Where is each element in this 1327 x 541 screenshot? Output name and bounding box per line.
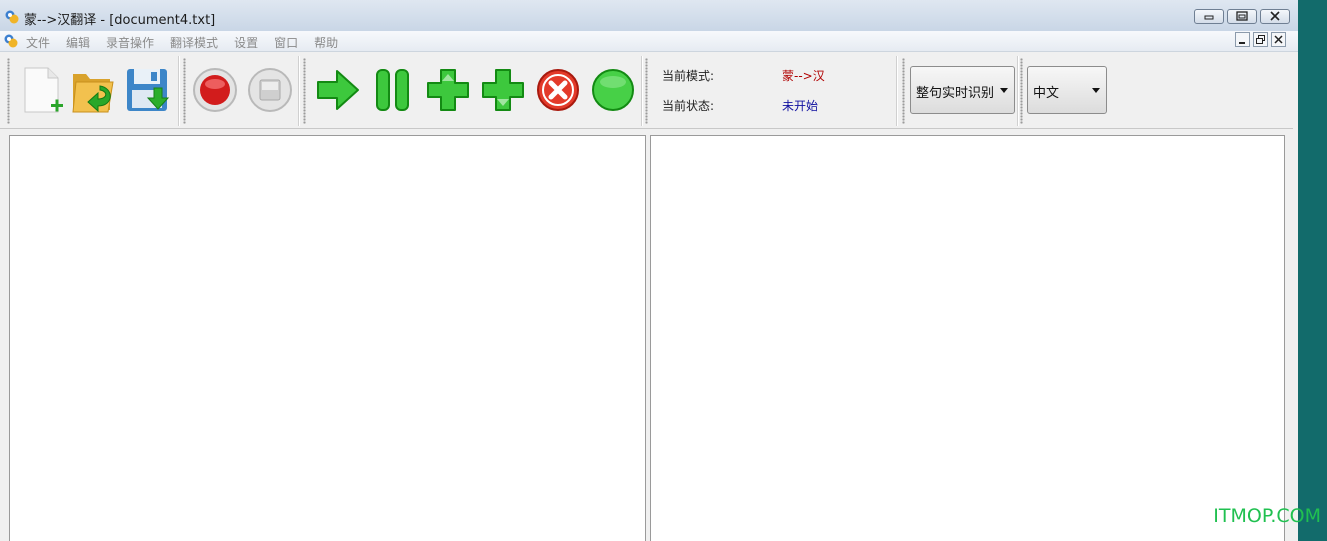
doc-minimize-button[interactable] [1235,32,1250,47]
close-button[interactable] [1260,9,1290,24]
chevron-down-icon [1092,88,1100,93]
window-title: 蒙-->汉翻译 - [document4.txt] [24,13,216,28]
toolbar-grip[interactable] [303,58,306,124]
mode-label: 当前模式: [662,69,715,83]
maximize-button[interactable] [1227,9,1257,24]
menu-window[interactable]: 窗口 [274,34,298,51]
chevron-down-icon [1000,88,1008,93]
confirm-circle-icon[interactable] [590,66,636,114]
toolbar-grip[interactable] [645,58,648,124]
language-dropdown[interactable]: 中文 [1027,66,1107,114]
menu-recording[interactable]: 录音操作 [106,34,154,51]
state-label: 当前状态: [662,99,715,113]
doc-close-button[interactable] [1271,32,1286,47]
mode-value: 蒙-->汉 [782,69,825,83]
maximize-icon [1236,11,1248,21]
minimize-icon [1239,42,1245,44]
new-file-icon[interactable] [20,66,66,114]
app-logo-icon [5,10,19,24]
menu-bar: 文件 编辑 录音操作 翻译模式 设置 窗口 帮助 [0,31,1298,52]
restore-icon [1256,35,1265,44]
toolbar-grip[interactable] [7,58,10,124]
menu-settings[interactable]: 设置 [234,34,258,51]
cancel-icon[interactable] [535,66,581,114]
watermark-text: ITMOP.COM [1213,505,1321,527]
menu-help[interactable]: 帮助 [314,34,338,51]
minimize-button[interactable] [1194,9,1224,24]
pause-icon[interactable] [370,66,416,114]
language-value: 中文 [1033,86,1060,101]
close-icon [1270,11,1280,21]
toolbar-separator [896,56,898,126]
toolbar: 当前模式: 蒙-->汉 当前状态: 未开始 整句实时识别 中文 [0,52,1293,129]
menu-file[interactable]: 文件 [26,34,50,51]
add-down-icon[interactable] [480,66,526,114]
menu-edit[interactable]: 编辑 [66,34,90,51]
document-logo-icon [4,34,18,48]
state-value: 未开始 [782,99,819,113]
toolbar-separator [641,56,643,126]
toolbar-grip[interactable] [902,58,905,124]
doc-restore-button[interactable] [1253,32,1268,47]
recognition-mode-value: 整句实时识别 [916,86,995,101]
title-bar: 蒙-->汉翻译 - [document4.txt] [0,0,1298,31]
add-up-icon[interactable] [425,66,471,114]
close-icon [1274,35,1283,44]
toolbar-separator [1017,56,1019,126]
source-text-area[interactable] [9,135,646,541]
save-file-icon[interactable] [124,66,170,114]
play-arrow-icon[interactable] [315,66,361,114]
open-file-icon[interactable] [70,66,116,114]
toolbar-grip[interactable] [183,58,186,124]
recognition-mode-dropdown[interactable]: 整句实时识别 [910,66,1015,114]
record-icon[interactable] [192,66,238,114]
toolbar-grip[interactable] [1020,58,1023,124]
translation-text-area[interactable] [650,135,1285,541]
toolbar-separator [178,56,180,126]
stop-icon[interactable] [247,66,293,114]
toolbar-separator [298,56,300,126]
menu-translate-mode[interactable]: 翻译模式 [170,34,218,51]
app-window: 蒙-->汉翻译 - [document4.txt] 文件 编辑 录音操作 翻译模… [0,0,1298,541]
minimize-icon [1204,15,1214,20]
